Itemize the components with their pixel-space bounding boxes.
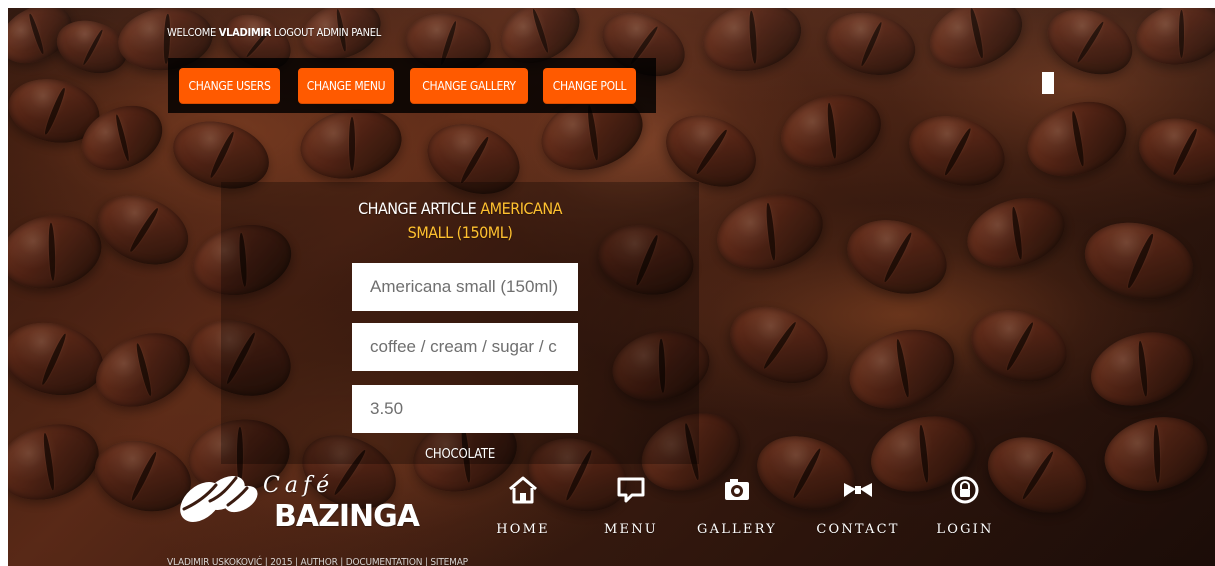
nav-contact-label: CONTACT xyxy=(816,522,900,537)
nav-menu[interactable]: MENU xyxy=(587,473,675,543)
nav-gallery-label: GALLERY xyxy=(697,522,777,537)
chat-icon xyxy=(617,477,645,503)
coffee-bean xyxy=(718,292,840,398)
change-menu-button[interactable]: CHANGE MENU xyxy=(298,68,394,104)
coffee-bean xyxy=(919,8,1033,82)
coffee-bean xyxy=(1082,321,1202,417)
username-link[interactable]: VLADIMIR xyxy=(219,26,272,39)
change-users-button[interactable]: CHANGE USERS xyxy=(179,68,280,104)
page: WELCOME VLADIMIR LOGOUT ADMIN PANEL CHAN… xyxy=(0,0,1215,566)
coffee-bean xyxy=(772,83,890,179)
coffee-bean xyxy=(838,315,966,423)
lock-icon xyxy=(951,476,979,504)
coffee-bean xyxy=(294,101,408,187)
welcome-prefix: WELCOME xyxy=(167,26,216,39)
coffee-bean xyxy=(87,182,199,278)
home-icon xyxy=(509,476,537,504)
coffee-bean xyxy=(8,411,109,513)
coffee-bean xyxy=(8,206,109,298)
coffee-bean xyxy=(958,186,1074,280)
nav-login[interactable]: LOGIN xyxy=(921,473,1009,543)
nav-menu-label: MENU xyxy=(604,522,658,537)
nav-home-label: HOME xyxy=(496,522,550,537)
nav-home[interactable]: HOME xyxy=(479,473,567,543)
edit-article-panel: CHANGE ARTICLE AMERICANA SMALL (150ML) C… xyxy=(221,182,699,464)
coffee-bean xyxy=(961,298,1077,394)
coffee-bean xyxy=(708,182,832,282)
nav-gallery[interactable]: GALLERY xyxy=(693,473,781,543)
change-poll-button[interactable]: CHANGE POLL xyxy=(543,68,636,104)
site-logo[interactable]: Café BAZINGA xyxy=(167,466,422,536)
article-ingredients-input[interactable] xyxy=(352,323,578,371)
coffee-bean xyxy=(1076,211,1202,311)
coffee-bean xyxy=(1097,407,1215,501)
article-category-label: CHOCOLATE xyxy=(424,447,496,462)
bow-tie-icon xyxy=(844,483,872,497)
change-gallery-button[interactable]: CHANGE GALLERY xyxy=(410,68,528,104)
nav-login-label: LOGIN xyxy=(936,522,994,537)
footer-links[interactable]: VLADIMIR USKOKOVIĆ | 2015 | AUTHOR | DOC… xyxy=(167,557,468,566)
article-price-input[interactable] xyxy=(352,385,578,433)
admin-toolbar: CHANGE USERS CHANGE MENU CHANGE GALLERY … xyxy=(168,58,656,113)
welcome-bar: WELCOME VLADIMIR LOGOUT ADMIN PANEL xyxy=(167,26,381,39)
admin-panel-link[interactable]: ADMIN PANEL xyxy=(317,26,382,39)
coffee-bean xyxy=(8,312,111,406)
coffee-bean xyxy=(837,207,957,307)
coffee-bean xyxy=(820,8,922,84)
coffee-bean xyxy=(900,104,1014,198)
edit-article-title: CHANGE ARTICLE AMERICANA SMALL (150ML) xyxy=(341,197,579,245)
camera-icon xyxy=(725,479,749,500)
coffee-bean xyxy=(1130,108,1215,196)
coffee-bean-logo-icon xyxy=(180,475,258,522)
logout-link[interactable]: LOGOUT xyxy=(274,26,314,39)
logo-script-text: Café xyxy=(263,473,335,498)
edit-article-title-prefix: CHANGE ARTICLE xyxy=(358,199,477,218)
coffee-bean xyxy=(695,8,809,82)
hero-background: WELCOME VLADIMIR LOGOUT ADMIN PANEL CHAN… xyxy=(8,8,1215,566)
logo-main-text: BAZINGA xyxy=(274,499,420,534)
white-indicator xyxy=(1042,72,1054,94)
coffee-bean xyxy=(1017,88,1137,190)
coffee-bean xyxy=(1131,8,1215,72)
article-name-input[interactable] xyxy=(352,263,578,311)
nav-contact[interactable]: CONTACT xyxy=(814,473,902,543)
coffee-bean xyxy=(84,319,202,421)
